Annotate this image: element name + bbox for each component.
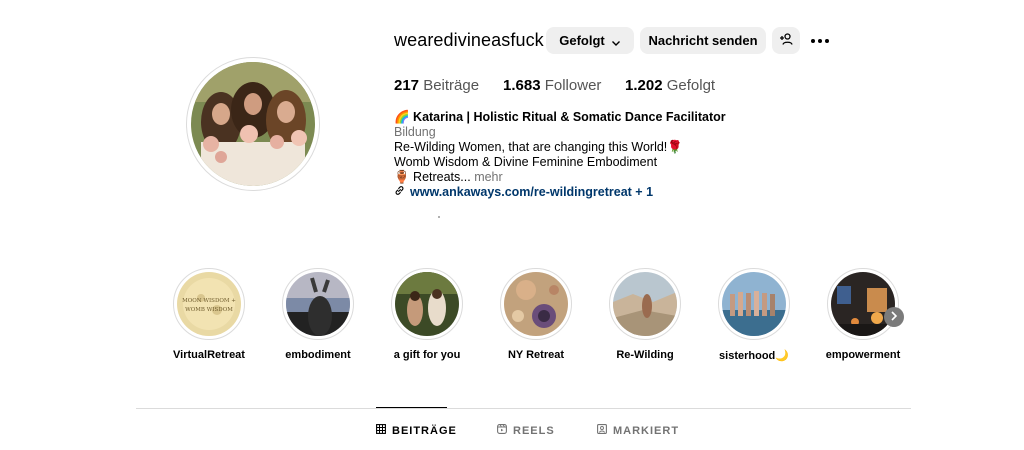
following-button[interactable]: Gefolgt [546,27,634,54]
link-icon [394,185,410,200]
username: wearedivineasfuck [394,30,544,50]
bio-line-1: Re-Wilding Women, that are changing this… [394,140,683,154]
tabs-divider [136,408,911,409]
highlight-virtualretreat[interactable]: MOON WISDOM + WOMB WISDOM VirtualRetreat [164,268,254,361]
posts-count: 217 [394,77,420,94]
highlight-caption-2: WOMB WISDOM [185,307,233,313]
bio-line-2: Womb Wisdom & Divine Feminine Embodiment [394,155,658,169]
highlight-cover [504,272,568,336]
bio-link[interactable]: www.ankaways.com/re-wildingretreat + 1 [394,185,726,200]
more-options-icon[interactable] [808,32,832,50]
highlight-cover [831,272,895,336]
highlights-next-button[interactable] [884,307,904,327]
following-count: 1.202 [625,77,663,94]
highlight-label: Re-Wilding [616,349,674,361]
send-message-button[interactable]: Nachricht senden [640,27,766,54]
highlight-ny-retreat[interactable]: NY Retreat [491,268,581,361]
bio-category: Bildung [394,125,436,139]
tagged-icon [597,424,613,437]
decorative-dot [438,216,440,218]
following-label: Gefolgt [559,33,605,48]
tab-reels-label: REELS [513,424,555,437]
highlight-caption-1: MOON WISDOM + [182,298,236,304]
highlight-label: embodiment [285,349,351,361]
profile-bio: 🌈 Katarina | Holistic Ritual & Somatic D… [394,110,726,200]
chevron-right-icon [890,308,898,326]
avatar-image [191,62,315,186]
following-stat[interactable]: 1.202 Gefolgt [625,77,715,94]
highlight-label: sisterhood🌙 [719,350,789,362]
highlight-sisterhood[interactable]: sisterhood🌙 [709,268,799,362]
highlight-cover [286,272,350,336]
bio-line-3: 🏺 Retreats... [394,170,471,184]
grid-icon [376,424,392,437]
posts-label: Beiträge [423,77,480,94]
bio-link-text: www.ankaways.com/re-wildingretreat + 1 [410,185,654,199]
tab-posts[interactable]: BEITRÄGE [376,424,457,437]
highlight-a-gift-for-you[interactable]: a gift for you [382,268,472,361]
followers-label: Follower [544,77,602,94]
add-person-icon [779,32,793,49]
tab-reels[interactable]: REELS [497,424,555,437]
bio-line-3-wrap: 🏺 Retreats... mehr [394,170,726,185]
highlight-embodiment[interactable]: embodiment [273,268,363,361]
highlight-cover [722,272,786,336]
followers-stat[interactable]: 1.683 Follower [503,77,601,94]
send-message-label: Nachricht senden [648,33,758,48]
suggested-accounts-button[interactable] [772,27,800,54]
chevron-down-icon [611,36,621,46]
highlight-label: VirtualRetreat [173,349,245,361]
bio-name: 🌈 Katarina | Holistic Ritual & Somatic D… [394,110,726,124]
tab-tagged-label: MARKIERT [613,424,680,437]
followers-count: 1.683 [503,77,541,94]
highlight-label: empowerment [825,349,901,361]
tab-tagged[interactable]: MARKIERT [597,424,679,437]
highlight-re-wilding[interactable]: Re-Wilding [600,268,690,361]
highlight-cover [613,272,677,336]
active-tab-indicator [376,407,447,408]
posts-stat: 217 Beiträge [394,77,479,94]
highlight-label: NY Retreat [507,349,565,361]
profile-avatar[interactable] [186,57,320,191]
highlight-cover: MOON WISDOM + WOMB WISDOM [177,272,241,336]
tab-posts-label: BEITRÄGE [392,424,457,437]
reels-icon [497,424,513,437]
following-stat-label: Gefolgt [666,77,716,94]
more-link[interactable]: mehr [474,170,502,184]
highlight-cover [395,272,459,336]
highlight-label: a gift for you [393,349,461,361]
